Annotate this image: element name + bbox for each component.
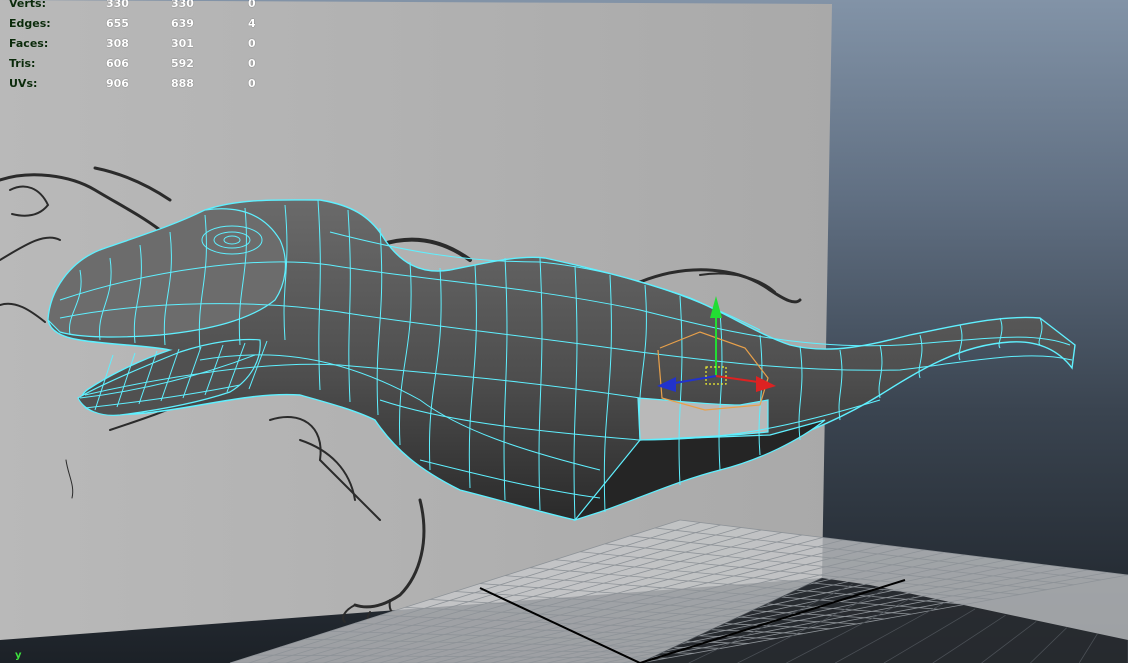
axis-orientation-icon: y [15,650,22,661]
viewport-scene[interactable] [0,0,1128,663]
hud-row-verts: Verts: 330 330 0 [9,0,269,14]
hud-label: Tris: [9,57,36,70]
hud-value: 0 [248,77,256,90]
hud-value: 655 [106,17,129,30]
heads-up-display: Verts: 330 330 0 Edges: 655 639 4 Faces:… [9,0,269,94]
hud-value: 0 [248,0,256,10]
hud-label: Faces: [9,37,49,50]
hud-value: 301 [171,37,194,50]
maya-viewport[interactable]: Verts: 330 330 0 Edges: 655 639 4 Faces:… [0,0,1128,663]
trex-mesh-gap [637,397,769,441]
hud-value: 888 [171,77,194,90]
hud-value: 330 [171,0,194,10]
hud-value: 639 [171,17,194,30]
hud-value: 606 [106,57,129,70]
hud-label: Verts: [9,0,47,10]
hud-row-faces: Faces: 308 301 0 [9,34,269,54]
hud-row-tris: Tris: 606 592 0 [9,54,269,74]
hud-label: UVs: [9,77,38,90]
hud-value: 592 [171,57,194,70]
hud-row-uvs: UVs: 906 888 0 [9,74,269,94]
hud-value: 4 [248,17,256,30]
hud-label: Edges: [9,17,51,30]
hud-value: 0 [248,37,256,50]
hud-value: 308 [106,37,129,50]
hud-value: 906 [106,77,129,90]
hud-value: 0 [248,57,256,70]
hud-value: 330 [106,0,129,10]
hud-row-edges: Edges: 655 639 4 [9,14,269,34]
